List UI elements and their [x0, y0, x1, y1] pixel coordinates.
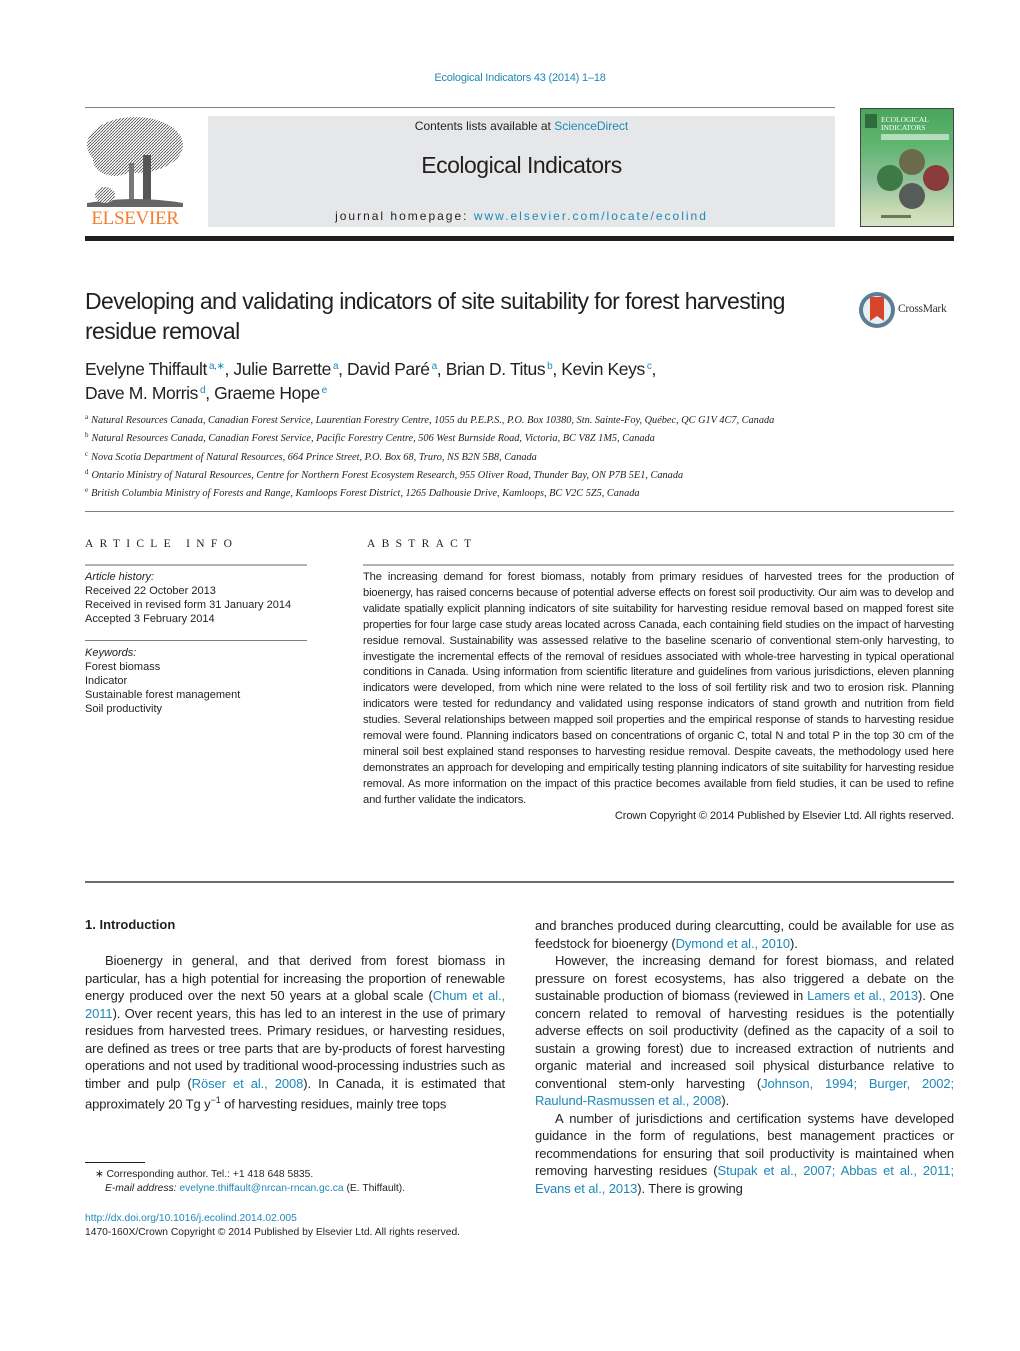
- keywords-rule: [85, 640, 307, 641]
- cover-publisher-mark: [865, 114, 877, 128]
- cover-footer-bar: [881, 215, 911, 218]
- introduction-heading: 1. Introduction: [85, 917, 176, 932]
- journal-masthead: Contents lists available at ScienceDirec…: [208, 116, 835, 227]
- abstract-rule: [363, 564, 954, 566]
- author[interactable]: Evelyne Thiffault a,∗: [85, 359, 225, 379]
- elsevier-logo[interactable]: ELSEVIER: [85, 115, 185, 230]
- doi-link[interactable]: http://dx.doi.org/10.1016/j.ecolind.2014…: [85, 1213, 297, 1224]
- cover-photo-lab: [899, 183, 925, 209]
- keywords-block: Keywords: Forest biomass Indicator Susta…: [85, 646, 315, 716]
- elsevier-wordmark: ELSEVIER: [91, 208, 179, 229]
- contents-prefix: Contents lists available at: [414, 119, 555, 133]
- citation-link[interactable]: Lamers et al., 2013: [807, 988, 918, 1003]
- affiliation: e British Columbia Ministry of Forests an…: [85, 486, 640, 500]
- author[interactable]: Kevin Keys c: [561, 359, 652, 379]
- journal-name: Ecological Indicators: [421, 152, 622, 178]
- article-info-heading: ARTICLE INFO: [85, 538, 239, 550]
- revised-date: Received in revised form 31 January 2014: [85, 599, 292, 611]
- header-rule: [85, 107, 835, 108]
- homepage-line: journal homepage: www.elsevier.com/locat…: [208, 209, 835, 223]
- keyword: Indicator: [85, 675, 128, 687]
- section-rule-bottom: [85, 881, 954, 883]
- received-date: Received 22 October 2013: [85, 585, 216, 597]
- paragraph: Bioenergy in general, and that derived f…: [85, 953, 506, 1112]
- homepage-prefix: journal homepage:: [335, 209, 474, 223]
- paragraph: and branches produced during clearcuttin…: [535, 918, 954, 951]
- article-history: Article history: Received 22 October 201…: [85, 570, 315, 626]
- author-list: Evelyne Thiffault a,∗, Julie Barrette a, D…: [85, 356, 845, 404]
- elsevier-tree-icon: [87, 117, 183, 207]
- author-separator: ,: [338, 359, 348, 379]
- citation-link[interactable]: Röser et al., 2008: [192, 1076, 304, 1091]
- footnote-rule: [85, 1162, 145, 1163]
- cover-title: ECOLOGICAL INDICATORS: [881, 116, 929, 132]
- issn-copyright: 1470-160X/Crown Copyright © 2014 Publish…: [85, 1227, 461, 1239]
- author-affiliation-marker[interactable]: e: [322, 385, 328, 396]
- accepted-date: Accepted 3 February 2014: [85, 613, 215, 625]
- doi-block: http://dx.doi.org/10.1016/j.ecolind.2014…: [85, 1212, 525, 1240]
- keywords-label: Keywords:: [85, 647, 137, 659]
- email-link[interactable]: evelyne.thiffault@nrcan-rncan.gc.ca: [179, 1183, 343, 1194]
- author[interactable]: Graeme Hope e: [214, 383, 327, 403]
- corresponding-author-note: ∗ Corresponding author. Tel.: +1 418 648…: [95, 1169, 314, 1180]
- author[interactable]: David Paré a: [347, 359, 437, 379]
- author-separator: ,: [436, 359, 446, 379]
- abstract-text: The increasing demand for forest biomass…: [363, 571, 954, 806]
- affiliation-list: a Natural Resources Canada, Canadian Fore…: [85, 410, 845, 501]
- affiliation: a Natural Resources Canada, Canadian Fore…: [85, 413, 775, 426]
- crossmark-icon: [859, 292, 895, 328]
- paragraph: A number of jurisdictions and certificat…: [535, 1110, 954, 1196]
- body-column-right: and branches produced during clearcuttin…: [535, 917, 954, 1197]
- citation-link[interactable]: Dymond et al., 2010: [676, 936, 791, 951]
- journal-cover-image[interactable]: ECOLOGICAL INDICATORS: [860, 108, 954, 227]
- article-title: Developing and validating indicators of …: [85, 288, 785, 344]
- crossmark-button[interactable]: CrossMark: [858, 291, 958, 329]
- keyword: Soil productivity: [85, 703, 163, 715]
- affiliation: d Ontario Ministry of Natural Resources, …: [85, 467, 684, 481]
- cover-title-line2: INDICATORS: [881, 123, 926, 132]
- affiliation: b Natural Resources Canada, Canadian Fore…: [85, 431, 655, 445]
- abstract-body: The increasing demand for forest biomass…: [363, 570, 954, 825]
- contents-line: Contents lists available at ScienceDirec…: [208, 119, 835, 133]
- abstract-heading: ABSTRACT: [367, 538, 478, 550]
- header-thick-rule: [85, 236, 954, 241]
- author[interactable]: Dave M. Morris d: [85, 383, 206, 403]
- keyword: Sustainable forest management: [85, 689, 241, 701]
- paragraph: However, the increasing demand for fores…: [535, 953, 954, 1108]
- author-separator: ,: [205, 383, 215, 403]
- abstract-copyright: Crown Copyright © 2014 Published by Else…: [614, 809, 954, 822]
- journal-reference-link[interactable]: Ecological Indicators 43 (2014) 1–18: [0, 72, 1020, 84]
- author[interactable]: Julie Barrette a: [233, 359, 338, 379]
- cover-subtitle-bar: [881, 134, 949, 140]
- author-separator: ,: [552, 359, 562, 379]
- article-info-rule: [85, 564, 307, 566]
- footnote-block: ∗ Corresponding author. Tel.: +1 418 648…: [95, 1168, 515, 1196]
- author-affiliation-marker[interactable]: a,∗: [209, 361, 225, 372]
- author[interactable]: Brian D. Titus b: [446, 359, 553, 379]
- section-rule: [85, 511, 954, 512]
- crossmark-label: CrossMark: [898, 303, 947, 315]
- article-history-label: Article history:: [85, 571, 155, 583]
- journal-homepage-link[interactable]: www.elsevier.com/locate/ecolind: [474, 209, 708, 223]
- body-column-left: Bioenergy in general, and that derived f…: [85, 952, 505, 1113]
- cover-photo-moss: [877, 165, 903, 191]
- sciencedirect-link[interactable]: ScienceDirect: [554, 119, 628, 133]
- cover-photo-book: [923, 165, 949, 191]
- affiliation: c Nova Scotia Department of Natural Resou…: [85, 449, 537, 463]
- keyword: Forest biomass: [85, 661, 161, 673]
- cover-photo-rock: [899, 149, 925, 175]
- author-separator: ,: [651, 359, 656, 379]
- email-line: E-mail address: evelyne.thiffault@nrcan-…: [105, 1183, 406, 1195]
